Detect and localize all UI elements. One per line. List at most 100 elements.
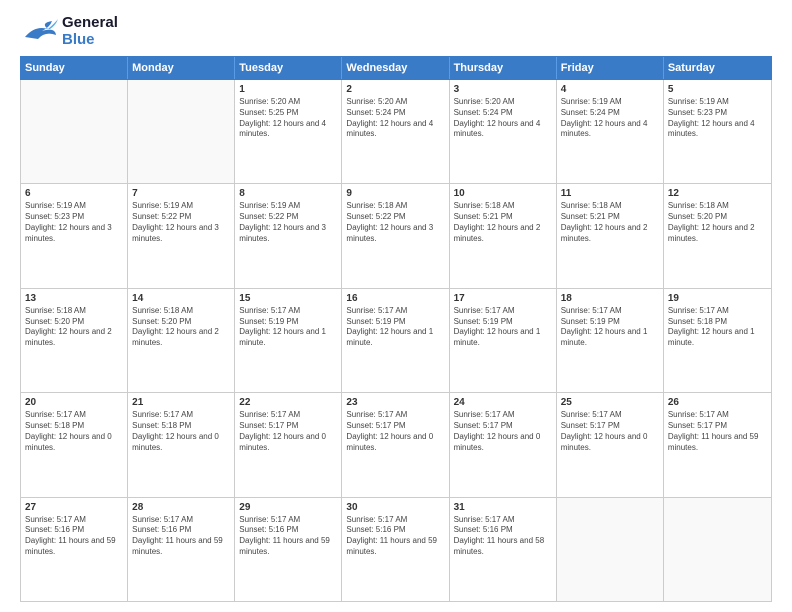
- page-header: General Blue: [20, 15, 772, 48]
- day-number: 28: [132, 501, 230, 514]
- calendar-cell: 22Sunrise: 5:17 AM Sunset: 5:17 PM Dayli…: [235, 393, 342, 496]
- cell-info: Sunrise: 5:17 AM Sunset: 5:16 PM Dayligh…: [239, 515, 337, 558]
- day-number: 21: [132, 396, 230, 409]
- calendar-cell: 11Sunrise: 5:18 AM Sunset: 5:21 PM Dayli…: [557, 184, 664, 287]
- weekday-header-friday: Friday: [557, 57, 664, 79]
- calendar-row: 6Sunrise: 5:19 AM Sunset: 5:23 PM Daylig…: [21, 184, 771, 288]
- day-number: 11: [561, 187, 659, 200]
- day-number: 26: [668, 396, 767, 409]
- calendar-cell: 14Sunrise: 5:18 AM Sunset: 5:20 PM Dayli…: [128, 289, 235, 392]
- cell-info: Sunrise: 5:17 AM Sunset: 5:17 PM Dayligh…: [454, 410, 552, 453]
- cell-info: Sunrise: 5:17 AM Sunset: 5:17 PM Dayligh…: [561, 410, 659, 453]
- day-number: 12: [668, 187, 767, 200]
- cell-info: Sunrise: 5:19 AM Sunset: 5:23 PM Dayligh…: [25, 201, 123, 244]
- calendar-header: SundayMondayTuesdayWednesdayThursdayFrid…: [20, 56, 772, 80]
- calendar-cell: 26Sunrise: 5:17 AM Sunset: 5:17 PM Dayli…: [664, 393, 771, 496]
- calendar-body: 1Sunrise: 5:20 AM Sunset: 5:25 PM Daylig…: [20, 80, 772, 602]
- cell-info: Sunrise: 5:17 AM Sunset: 5:19 PM Dayligh…: [561, 306, 659, 349]
- calendar-cell: 7Sunrise: 5:19 AM Sunset: 5:22 PM Daylig…: [128, 184, 235, 287]
- calendar-row: 20Sunrise: 5:17 AM Sunset: 5:18 PM Dayli…: [21, 393, 771, 497]
- weekday-header-tuesday: Tuesday: [235, 57, 342, 79]
- cell-info: Sunrise: 5:19 AM Sunset: 5:22 PM Dayligh…: [239, 201, 337, 244]
- calendar-cell: 28Sunrise: 5:17 AM Sunset: 5:16 PM Dayli…: [128, 498, 235, 601]
- calendar-cell: 15Sunrise: 5:17 AM Sunset: 5:19 PM Dayli…: [235, 289, 342, 392]
- weekday-header-wednesday: Wednesday: [342, 57, 449, 79]
- cell-info: Sunrise: 5:19 AM Sunset: 5:22 PM Dayligh…: [132, 201, 230, 244]
- calendar-cell: 20Sunrise: 5:17 AM Sunset: 5:18 PM Dayli…: [21, 393, 128, 496]
- day-number: 30: [346, 501, 444, 514]
- logo-bird-icon: [20, 17, 58, 47]
- calendar-cell: 30Sunrise: 5:17 AM Sunset: 5:16 PM Dayli…: [342, 498, 449, 601]
- calendar-cell: [557, 498, 664, 601]
- calendar-cell: 16Sunrise: 5:17 AM Sunset: 5:19 PM Dayli…: [342, 289, 449, 392]
- day-number: 25: [561, 396, 659, 409]
- weekday-header-saturday: Saturday: [664, 57, 771, 79]
- day-number: 2: [346, 83, 444, 96]
- cell-info: Sunrise: 5:18 AM Sunset: 5:21 PM Dayligh…: [561, 201, 659, 244]
- calendar-cell: [128, 80, 235, 183]
- cell-info: Sunrise: 5:19 AM Sunset: 5:24 PM Dayligh…: [561, 97, 659, 140]
- weekday-header-monday: Monday: [128, 57, 235, 79]
- cell-info: Sunrise: 5:18 AM Sunset: 5:20 PM Dayligh…: [132, 306, 230, 349]
- calendar-cell: 29Sunrise: 5:17 AM Sunset: 5:16 PM Dayli…: [235, 498, 342, 601]
- cell-info: Sunrise: 5:20 AM Sunset: 5:24 PM Dayligh…: [346, 97, 444, 140]
- calendar-cell: 27Sunrise: 5:17 AM Sunset: 5:16 PM Dayli…: [21, 498, 128, 601]
- calendar-cell: 6Sunrise: 5:19 AM Sunset: 5:23 PM Daylig…: [21, 184, 128, 287]
- logo-blue-text: Blue: [62, 32, 118, 49]
- calendar-cell: 2Sunrise: 5:20 AM Sunset: 5:24 PM Daylig…: [342, 80, 449, 183]
- cell-info: Sunrise: 5:17 AM Sunset: 5:18 PM Dayligh…: [132, 410, 230, 453]
- calendar-cell: 31Sunrise: 5:17 AM Sunset: 5:16 PM Dayli…: [450, 498, 557, 601]
- cell-info: Sunrise: 5:19 AM Sunset: 5:23 PM Dayligh…: [668, 97, 767, 140]
- cell-info: Sunrise: 5:20 AM Sunset: 5:24 PM Dayligh…: [454, 97, 552, 140]
- cell-info: Sunrise: 5:17 AM Sunset: 5:17 PM Dayligh…: [239, 410, 337, 453]
- cell-info: Sunrise: 5:17 AM Sunset: 5:16 PM Dayligh…: [25, 515, 123, 558]
- calendar-cell: 19Sunrise: 5:17 AM Sunset: 5:18 PM Dayli…: [664, 289, 771, 392]
- day-number: 29: [239, 501, 337, 514]
- cell-info: Sunrise: 5:17 AM Sunset: 5:19 PM Dayligh…: [346, 306, 444, 349]
- calendar-cell: 23Sunrise: 5:17 AM Sunset: 5:17 PM Dayli…: [342, 393, 449, 496]
- cell-info: Sunrise: 5:18 AM Sunset: 5:21 PM Dayligh…: [454, 201, 552, 244]
- calendar-row: 1Sunrise: 5:20 AM Sunset: 5:25 PM Daylig…: [21, 80, 771, 184]
- cell-info: Sunrise: 5:17 AM Sunset: 5:16 PM Dayligh…: [132, 515, 230, 558]
- cell-info: Sunrise: 5:17 AM Sunset: 5:18 PM Dayligh…: [25, 410, 123, 453]
- calendar-cell: 13Sunrise: 5:18 AM Sunset: 5:20 PM Dayli…: [21, 289, 128, 392]
- calendar-cell: 18Sunrise: 5:17 AM Sunset: 5:19 PM Dayli…: [557, 289, 664, 392]
- day-number: 9: [346, 187, 444, 200]
- day-number: 18: [561, 292, 659, 305]
- calendar-cell: 9Sunrise: 5:18 AM Sunset: 5:22 PM Daylig…: [342, 184, 449, 287]
- day-number: 7: [132, 187, 230, 200]
- weekday-header-thursday: Thursday: [450, 57, 557, 79]
- cell-info: Sunrise: 5:17 AM Sunset: 5:18 PM Dayligh…: [668, 306, 767, 349]
- day-number: 17: [454, 292, 552, 305]
- calendar-cell: [664, 498, 771, 601]
- calendar-cell: 10Sunrise: 5:18 AM Sunset: 5:21 PM Dayli…: [450, 184, 557, 287]
- calendar-cell: 5Sunrise: 5:19 AM Sunset: 5:23 PM Daylig…: [664, 80, 771, 183]
- day-number: 6: [25, 187, 123, 200]
- cell-info: Sunrise: 5:17 AM Sunset: 5:17 PM Dayligh…: [668, 410, 767, 453]
- weekday-header-sunday: Sunday: [21, 57, 128, 79]
- day-number: 24: [454, 396, 552, 409]
- day-number: 3: [454, 83, 552, 96]
- day-number: 22: [239, 396, 337, 409]
- calendar-cell: 21Sunrise: 5:17 AM Sunset: 5:18 PM Dayli…: [128, 393, 235, 496]
- calendar-cell: 1Sunrise: 5:20 AM Sunset: 5:25 PM Daylig…: [235, 80, 342, 183]
- day-number: 27: [25, 501, 123, 514]
- calendar-cell: 17Sunrise: 5:17 AM Sunset: 5:19 PM Dayli…: [450, 289, 557, 392]
- day-number: 4: [561, 83, 659, 96]
- day-number: 14: [132, 292, 230, 305]
- calendar-cell: 8Sunrise: 5:19 AM Sunset: 5:22 PM Daylig…: [235, 184, 342, 287]
- cell-info: Sunrise: 5:20 AM Sunset: 5:25 PM Dayligh…: [239, 97, 337, 140]
- cell-info: Sunrise: 5:18 AM Sunset: 5:22 PM Dayligh…: [346, 201, 444, 244]
- day-number: 19: [668, 292, 767, 305]
- day-number: 1: [239, 83, 337, 96]
- cell-info: Sunrise: 5:17 AM Sunset: 5:17 PM Dayligh…: [346, 410, 444, 453]
- day-number: 10: [454, 187, 552, 200]
- calendar-cell: [21, 80, 128, 183]
- calendar: SundayMondayTuesdayWednesdayThursdayFrid…: [20, 56, 772, 602]
- logo: General Blue: [20, 15, 118, 48]
- cell-info: Sunrise: 5:17 AM Sunset: 5:19 PM Dayligh…: [239, 306, 337, 349]
- logo-container: General Blue: [20, 15, 118, 48]
- cell-info: Sunrise: 5:17 AM Sunset: 5:16 PM Dayligh…: [346, 515, 444, 558]
- calendar-cell: 4Sunrise: 5:19 AM Sunset: 5:24 PM Daylig…: [557, 80, 664, 183]
- day-number: 8: [239, 187, 337, 200]
